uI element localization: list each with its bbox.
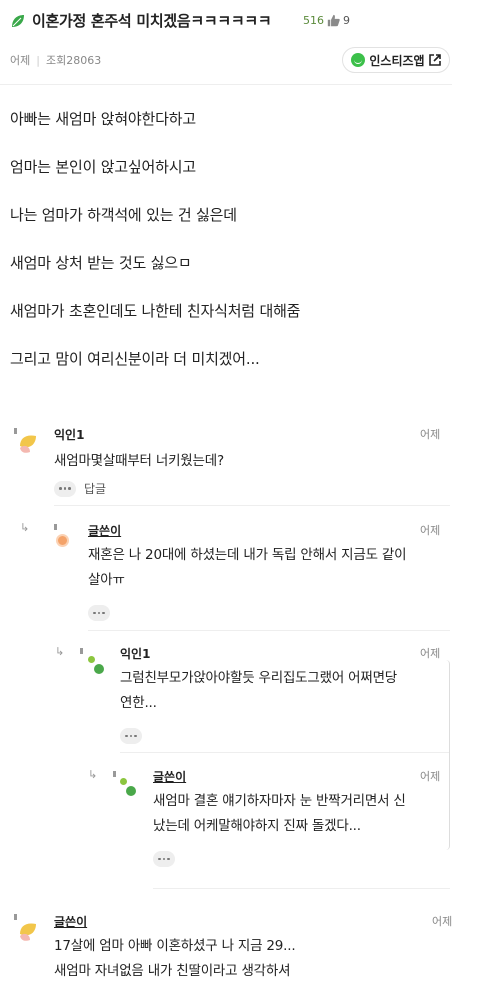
- post-body: 아빠는 새엄마 앉혀야한다하고 엄마는 본인이 앉고싶어하시고 나는 엄마가 하…: [10, 108, 450, 396]
- more-options-button[interactable]: [54, 480, 76, 497]
- comment-divider: [54, 505, 450, 506]
- leaf-avatar-icon: [20, 923, 36, 941]
- like-count: 9: [343, 14, 350, 27]
- comment-divider: [120, 752, 450, 753]
- comment-text: 새엄마 결혼 얘기하자마자 눈 반짝거리면서 신: [153, 793, 406, 809]
- comment: 글쓴이 새엄마 결혼 얘기하자마자 눈 반짝거리면서 신 났는데 어케말해야하지…: [153, 768, 443, 867]
- comment-text: 새엄마몇살때부터 너키웠는데?: [54, 453, 224, 469]
- smile-logo-icon: [351, 53, 366, 67]
- scrollbar[interactable]: [446, 660, 450, 850]
- comment-author[interactable]: 익인1: [120, 645, 440, 662]
- green-avatar-icon: [126, 786, 136, 796]
- leaf-avatar-icon: [20, 435, 36, 453]
- comment-text: 재혼은 나 20대에 하셨는데 내가 독립 안해서 지금도 같이: [88, 547, 407, 563]
- comment-marker: [54, 524, 57, 530]
- post-body-line: 새엄마가 초혼인데도 나한테 친자식처럼 대해줌: [10, 302, 301, 320]
- post-body-line: 엄마는 본인이 앉고싶어하시고: [10, 158, 196, 176]
- comment-marker: [80, 648, 83, 654]
- thumbs-up-icon[interactable]: [327, 14, 340, 27]
- post-header: 이혼가정 혼주석 미치겠음ㅋㅋㅋㅋㅋㅋ 516 9 어제 | 조회28063 인…: [0, 0, 500, 84]
- comment-time: 어제: [420, 647, 441, 660]
- comment-time: 어제: [432, 915, 453, 928]
- views-label: 조회28063: [45, 54, 102, 67]
- comment-text: 연한...: [120, 695, 157, 711]
- more-options-button[interactable]: [120, 727, 142, 744]
- comment: 익인1 새엄마몇살때부터 너키웠는데? 답글: [54, 426, 444, 497]
- post-body-line: 그리고 맘이 여리신분이라 더 미치겠어...: [10, 350, 260, 368]
- instiz-app-button[interactable]: 인스티즈앱: [342, 47, 450, 73]
- post-title: 이혼가정 혼주석 미치겠음ㅋㅋㅋㅋㅋㅋ: [32, 12, 272, 30]
- reply-arrow-icon: ↳: [20, 521, 30, 534]
- comment-time: 어제: [420, 428, 441, 441]
- comment-marker: [113, 771, 116, 777]
- post-body-line: 나는 엄마가 하객석에 있는 건 싫은데: [10, 206, 237, 224]
- comment-text: 났는데 어케말해야하지 진짜 돌겠다...: [153, 818, 361, 834]
- green-avatar-icon: [120, 778, 127, 785]
- external-link-icon: [428, 54, 441, 66]
- comment-time: 어제: [420, 524, 441, 537]
- meta-divider: |: [36, 53, 40, 67]
- comment-marker: [14, 428, 17, 434]
- post-body-line: 아빠는 새엄마 앉혀야한다하고: [10, 110, 196, 128]
- comment-author[interactable]: 글쓴이: [54, 913, 444, 930]
- reply-arrow-icon: ↳: [88, 768, 98, 781]
- reply-arrow-icon: ↳: [55, 645, 65, 658]
- app-button-label: 인스티즈앱: [369, 53, 425, 68]
- views-count: 516: [303, 14, 324, 27]
- comment-author[interactable]: 글쓴이: [153, 768, 443, 785]
- post-stats: 516 9: [303, 14, 350, 27]
- comment-text: 새엄마 자녀없음 내가 친딸이라고 생각하셔: [54, 963, 291, 979]
- comment-divider: [153, 888, 450, 889]
- green-avatar-icon: [94, 664, 104, 674]
- green-avatar-icon: [88, 656, 95, 663]
- post-meta: 어제 | 조회28063: [10, 52, 101, 68]
- comment-divider: [88, 630, 450, 631]
- comment-author[interactable]: 글쓴이: [88, 522, 448, 539]
- orange-avatar-icon: [56, 534, 69, 547]
- comment-author[interactable]: 익인1: [54, 426, 444, 443]
- comment-time: 어제: [420, 770, 441, 783]
- reply-button[interactable]: 답글: [84, 480, 106, 497]
- title-row: 이혼가정 혼주석 미치겠음ㅋㅋㅋㅋㅋㅋ: [10, 10, 272, 31]
- more-options-button[interactable]: [153, 850, 175, 867]
- comment-text: 17살에 엄마 아빠 이혼하셨구 나 지금 29...: [54, 938, 296, 954]
- header-divider: [0, 84, 452, 85]
- comment: 글쓴이 17살에 엄마 아빠 이혼하셨구 나 지금 29... 새엄마 자녀없음…: [54, 913, 444, 984]
- comment: 익인1 그럼친부모가앉아야할듯 우리집도그랬어 어쩌면당 연한...: [120, 645, 440, 744]
- comment-text: 살아ㅠ: [88, 572, 125, 588]
- post-date: 어제: [10, 54, 31, 67]
- leaf-icon: [12, 14, 24, 27]
- post-body-line: 새엄마 상처 받는 것도 싫으ㅁ: [10, 254, 192, 272]
- comment: 글쓴이 재혼은 나 20대에 하셨는데 내가 독립 안해서 지금도 같이 살아ㅠ: [88, 522, 448, 621]
- comment-text: 그럼친부모가앉아야할듯 우리집도그랬어 어쩌면당: [120, 670, 398, 686]
- comment-marker: [14, 914, 17, 920]
- more-options-button[interactable]: [88, 604, 110, 621]
